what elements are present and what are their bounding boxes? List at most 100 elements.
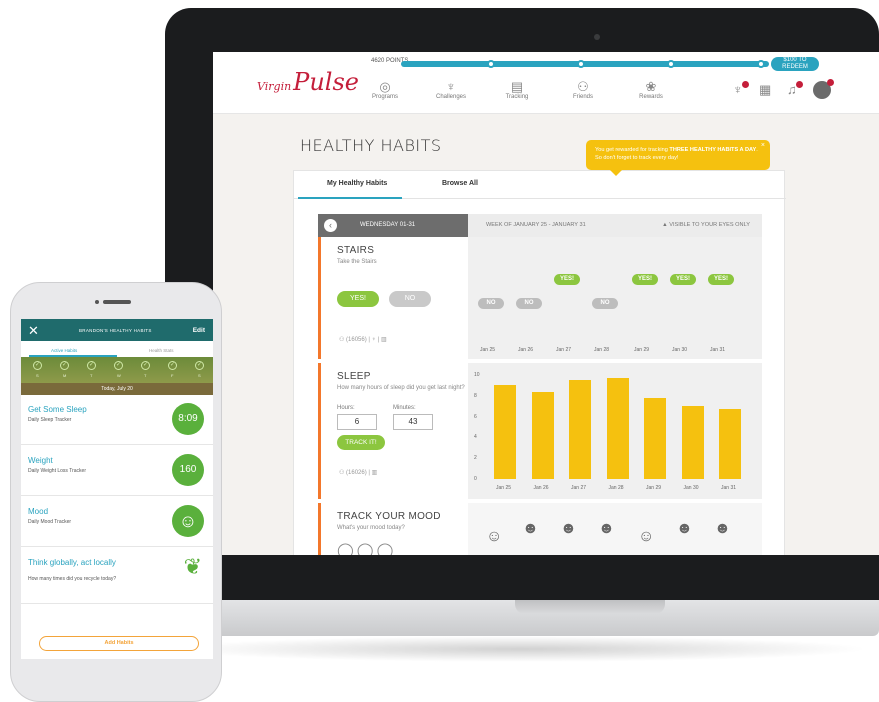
sleep-bar[interactable] <box>681 406 704 479</box>
habit-value[interactable]: 8:09 <box>172 403 204 435</box>
day-check-icon[interactable]: ✓ <box>168 361 177 370</box>
stairs-title: STAIRS <box>337 245 375 256</box>
leaf-icon: ❦ <box>183 554 202 579</box>
close-icon[interactable]: ✕ <box>28 323 39 339</box>
friends-icon: ⚇ <box>339 470 347 476</box>
mood-card: TRACK YOUR MOOD What's your mood today? … <box>318 503 468 555</box>
day-check-icon[interactable]: ✓ <box>141 361 150 370</box>
stairs-day-yes: YES! <box>632 274 658 285</box>
day-check-icon[interactable]: ✓ <box>114 361 123 370</box>
mood-face-icon: ☺ <box>486 528 503 545</box>
y-tick-label: 0 <box>474 476 477 482</box>
add-habits-button[interactable]: Add Habits <box>39 636 199 651</box>
habit-item-sleep[interactable]: Get Some Sleep Daily Sleep Tracker 8:09 <box>21 395 213 445</box>
nav-friends[interactable]: ⚇ Friends <box>553 79 613 101</box>
nav-tracking[interactable]: ▤ Tracking <box>487 79 547 101</box>
stairs-card: STAIRS Take the Stairs YES! NO ⚇ (16056)… <box>318 237 468 359</box>
date-label: Jan 31 <box>721 485 737 491</box>
page-title: HEALTHY HABITS <box>300 136 442 155</box>
reward-pill[interactable]: $100 TO REDEEM <box>771 57 819 71</box>
habit-subtitle: Daily Sleep Tracker <box>28 417 72 423</box>
habit-subtitle: How many times did you recycle today? <box>28 576 117 582</box>
notification-badge <box>742 81 749 88</box>
habit-item-weight[interactable]: Weight Daily Weight Loss Tracker 160 <box>21 446 213 496</box>
friends-icon: ⚇ <box>339 337 347 343</box>
day-check-icon[interactable]: ✓ <box>195 361 204 370</box>
habit-title: Weight <box>28 456 53 465</box>
laptop-camera <box>594 34 600 40</box>
date-label: Jan 31 <box>710 347 726 353</box>
day-letter: S <box>198 373 201 378</box>
logo[interactable]: VirginPulse <box>257 68 359 96</box>
notification-badge <box>827 79 834 86</box>
stairs-meta: ⚇ (16056) | ♆ | ▥ <box>339 337 387 343</box>
calendar-icon[interactable]: ▦ <box>759 82 771 98</box>
notification-badge <box>796 81 803 88</box>
stairs-no-button[interactable]: NO <box>389 291 431 307</box>
stairs-yes-button[interactable]: YES! <box>337 291 379 307</box>
phone: ✕ BRANDON'S HEALTHY HABITS Edit Active H… <box>10 282 222 702</box>
phone-speaker <box>103 300 131 304</box>
tab-health-stats[interactable]: Health Stats <box>149 348 174 353</box>
tab-active-habits[interactable]: Active Habits <box>51 348 77 353</box>
day-check-icon[interactable]: ✓ <box>33 361 42 370</box>
stairs-week-chart: NO NO YES! NO YES! YES! YES! Jan 25 Jan 26 Jan 27… <box>468 237 762 359</box>
habit-item-recycle[interactable]: Think globally, act locally How many tim… <box>21 548 213 604</box>
date-label: Jan 26 <box>518 347 534 353</box>
marketing-scene: VirginPulse 4620 POINTS $100 TO REDEEM ◎… <box>0 0 879 702</box>
stairs-desc: Take the Stairs <box>337 259 377 265</box>
sleep-bar[interactable] <box>644 397 666 479</box>
sleep-bar[interactable] <box>719 409 741 479</box>
trash-icon[interactable]: ▥ <box>372 470 378 476</box>
y-tick-label: 2 <box>474 455 477 462</box>
sleep-bar[interactable] <box>494 385 516 479</box>
nav-programs[interactable]: ◎ Programs <box>355 80 415 101</box>
trash-icon[interactable]: ▥ <box>381 337 387 343</box>
rewards-icon: ❀ <box>645 79 657 94</box>
date-label: Jan 29 <box>646 485 662 491</box>
phone-screen: ✕ BRANDON'S HEALTHY HABITS Edit Active H… <box>21 319 213 659</box>
sleep-bar[interactable] <box>569 380 591 479</box>
stairs-day-no: NO <box>478 298 504 309</box>
hours-field[interactable]: 6 <box>337 414 377 430</box>
reward-tooltip: You get rewarded for tracking THREE HEAL… <box>586 140 770 176</box>
habit-item-mood[interactable]: Mood Daily Mood Tracker ☺ <box>21 497 213 547</box>
nav-challenges[interactable]: ♆ Challenges <box>421 80 481 101</box>
progress-milestone <box>487 60 495 68</box>
today-label: Today, July 20 <box>21 383 213 395</box>
nav-rewards[interactable]: ❀ Rewards <box>621 79 681 101</box>
phone-camera <box>95 300 99 304</box>
progress-milestone <box>667 60 675 68</box>
habit-value[interactable]: 160 <box>172 454 204 486</box>
minutes-label: Minutes: <box>393 405 416 411</box>
date-label: Jan 25 <box>496 485 512 491</box>
day-check-icon[interactable]: ✓ <box>60 361 69 370</box>
laptop-notch <box>515 600 665 614</box>
back-arrow-icon[interactable]: ‹ <box>324 219 337 232</box>
day-letter: M <box>63 373 67 378</box>
trophy-icon[interactable]: ♆ <box>372 337 377 343</box>
tab-browse-all[interactable]: Browse All <box>442 180 478 187</box>
minutes-field[interactable]: 43 <box>393 414 433 430</box>
mood-face-icon: ☻ <box>560 520 577 537</box>
date-label: Jan 30 <box>672 347 688 353</box>
friends-icon: ⚇ <box>577 79 589 94</box>
phone-tabs: Active Habits Health Stats <box>21 341 213 357</box>
edit-button[interactable]: Edit <box>193 327 205 334</box>
mood-options[interactable]: ◯◯◯ <box>337 541 396 555</box>
tab-my-healthy-habits[interactable]: My Healthy Habits <box>327 180 387 187</box>
sleep-meta: ⚇ (16026) | ▥ <box>339 470 378 476</box>
sleep-bar[interactable] <box>606 378 629 479</box>
stairs-day-yes: YES! <box>670 274 696 285</box>
tracking-icon: ▤ <box>510 79 524 94</box>
sleep-desc: How many hours of sleep did you get last… <box>337 385 465 391</box>
sleep-bar[interactable] <box>531 391 554 479</box>
close-icon[interactable]: × <box>761 142 765 150</box>
stairs-day-no: NO <box>592 298 618 309</box>
day-check-icon[interactable]: ✓ <box>87 361 96 370</box>
habit-title: Get Some Sleep <box>28 405 87 414</box>
habit-tabs: My Healthy Habits Browse All <box>294 171 786 199</box>
track-it-button[interactable]: TRACK IT! <box>337 435 385 450</box>
smiley-icon[interactable]: ☺ <box>172 505 204 537</box>
date-label: Jan 26 <box>533 485 549 491</box>
